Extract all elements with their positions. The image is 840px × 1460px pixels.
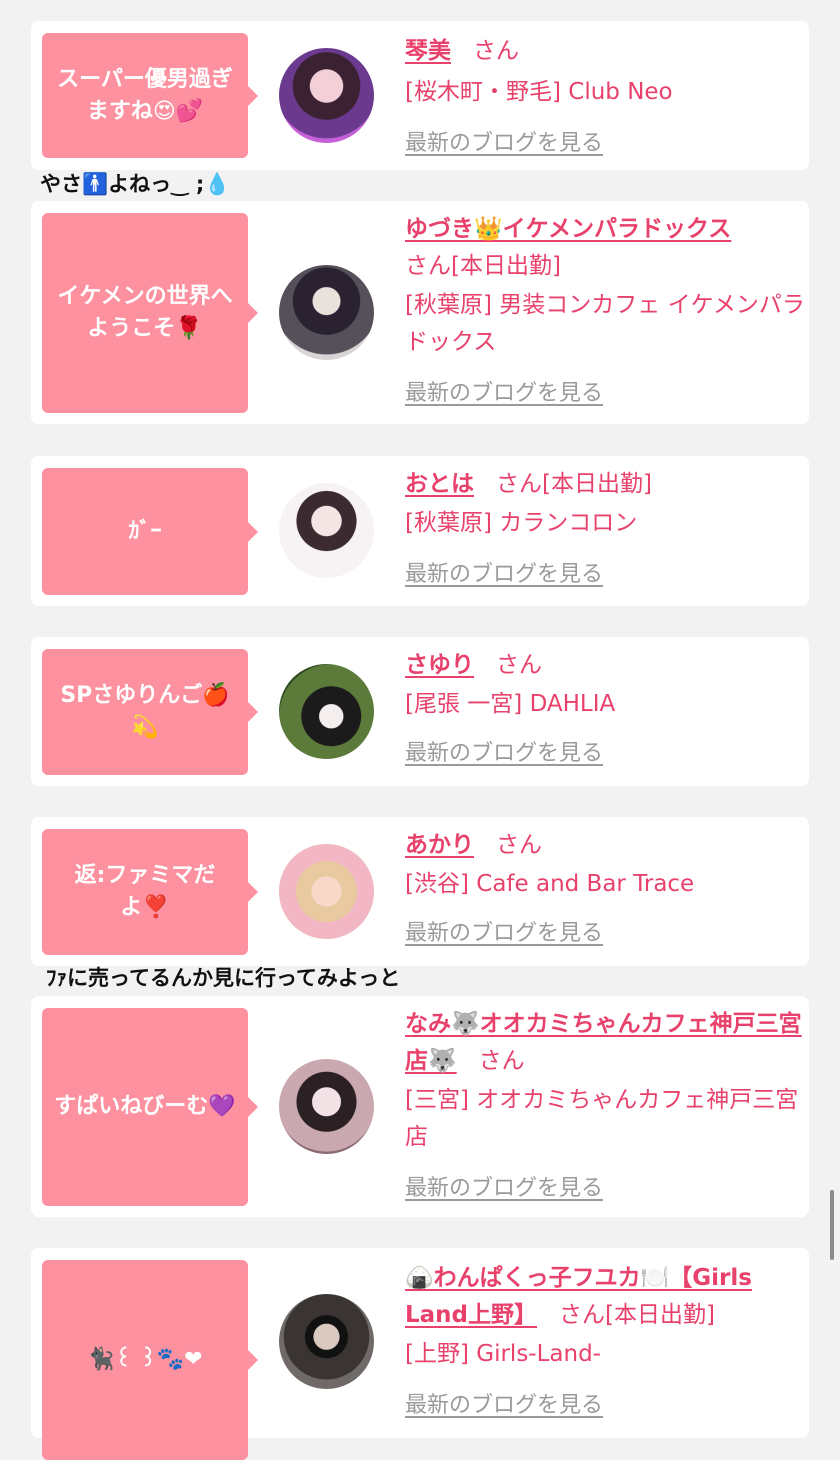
message-card: スーパー優男過ぎますね😍💕 琴美 さん [桜木町・野毛] Club Neo 最新の… [31,21,809,170]
avatar[interactable] [279,483,374,578]
message-text: すぱいねびーむ💜 [54,1094,236,1119]
card-info: 琴美 さん [桜木町・野毛] Club Neo 最新のブログを見る [405,33,805,162]
message-card: 🐈‍⬛꒰ ꒱🐾❤ 🍙わんぱくっ子フユカ🍽️【Girls Land上野】 さん[本日… [31,1248,809,1460]
message-card: すぱいねびーむ💜 なみ🐺オオカミちゃんカフェ神戸三宮店🐺 さん [三宮] オオカミ… [31,996,809,1217]
avatar[interactable] [279,844,374,939]
card-info: おとは さん[本日出勤] [秋葉原] カランコロン 最新のブログを見る [405,466,805,593]
card-info: なみ🐺オオカミちゃんカフェ神戸三宮店🐺 さん [三宮] オオカミちゃんカフェ神戸三… [405,1006,805,1207]
blog-link[interactable]: 最新のブログを見る [405,1176,603,1201]
message-text: スーパー優男過ぎますね😍💕 [57,66,233,124]
message-card: SPさゆりんご🍎💫 さゆり さん [尾張 一宮] DAHLIA 最新のブログを見る [31,637,809,786]
message-text: SPさゆりんご🍎💫 [60,683,230,740]
avatar[interactable] [279,664,374,759]
honorific: さん [478,1048,525,1074]
cast-name-link[interactable]: おとは [405,471,474,497]
shop-label: [尾張 一宮] DAHLIA [405,691,616,717]
shop-label: [渋谷] Cafe and Bar Trace [405,871,695,897]
shop-label: [秋葉原] カランコロン [405,510,638,536]
shop-label: [桜木町・野毛] Club Neo [405,79,673,105]
message-bubble: ｶﾞｰ [42,468,258,595]
card-info: 🍙わんぱくっ子フユカ🍽️【Girls Land上野】 さん[本日出勤] [上野] … [405,1260,805,1424]
honorific: さん [473,38,519,64]
blog-link[interactable]: 最新のブログを見る [405,741,603,766]
comment-text: ﾌｧに売ってるんか見に行ってみよっと [46,966,401,990]
honorific: さん [496,832,542,858]
cast-name-link[interactable]: あかり [405,832,474,858]
scrollbar[interactable] [830,1190,834,1260]
blog-link[interactable]: 最新のブログを見る [405,131,603,156]
cast-name-link[interactable]: ゆづき👑イケメンパラドックス [405,216,731,242]
comment-text: やさ🚹よねっ‿ ;💧 [40,172,231,196]
shop-label: [上野] Girls-Land- [405,1341,601,1367]
message-text: イケメンの世界へようこそ🌹 [57,284,233,341]
message-bubble: 🐈‍⬛꒰ ꒱🐾❤ [42,1260,258,1460]
message-bubble: 返:ファミマだよ❣️ [42,829,258,955]
message-text: 返:ファミマだよ❣️ [74,863,216,920]
message-card: イケメンの世界へようこそ🌹 ゆづき👑イケメンパラドックス さん[本日出勤] [秋… [31,201,809,424]
card-info: さゆり さん [尾張 一宮] DAHLIA 最新のブログを見る [405,647,805,772]
message-bubble: SPさゆりんご🍎💫 [42,649,258,775]
honorific: さん[本日出勤] [496,471,652,497]
blog-link[interactable]: 最新のブログを見る [405,1393,603,1418]
blog-link[interactable]: 最新のブログを見る [405,921,603,946]
cast-name-link[interactable]: 琴美 [405,38,451,64]
shop-label: [秋葉原] 男装コンカフェ イケメンパラドックス [405,292,805,355]
cast-name-link[interactable]: なみ🐺オオカミちゃんカフェ神戸三宮店🐺 [405,1011,802,1074]
blog-link[interactable]: 最新のブログを見る [405,381,603,406]
avatar[interactable] [279,265,374,360]
avatar[interactable] [279,1059,374,1154]
message-bubble: イケメンの世界へようこそ🌹 [42,213,258,413]
avatar[interactable] [279,1294,374,1389]
avatar[interactable] [279,48,374,143]
message-text: 🐈‍⬛꒰ ꒱🐾❤ [87,1347,203,1372]
shop-label: [三宮] オオカミちゃんカフェ神戸三宮店 [405,1087,799,1150]
message-card: 返:ファミマだよ❣️ あかり さん [渋谷] Cafe and Bar Trace… [31,817,809,966]
honorific: さん [496,652,542,678]
message-text: ｶﾞｰ [128,518,162,544]
card-info: あかり さん [渋谷] Cafe and Bar Trace 最新のブログを見る [405,827,805,952]
honorific: さん[本日出勤] [559,1302,715,1328]
cast-name-link[interactable]: さゆり [405,652,474,678]
honorific: さん[本日出勤] [405,253,561,279]
message-card: ｶﾞｰ おとは さん[本日出勤] [秋葉原] カランコロン 最新のブログを見る [31,456,809,606]
message-bubble: すぱいねびーむ💜 [42,1008,258,1206]
card-info: ゆづき👑イケメンパラドックス さん[本日出勤] [秋葉原] 男装コンカフェ イケ… [405,211,805,412]
blog-link[interactable]: 最新のブログを見る [405,562,603,587]
message-bubble: スーパー優男過ぎますね😍💕 [42,33,258,158]
